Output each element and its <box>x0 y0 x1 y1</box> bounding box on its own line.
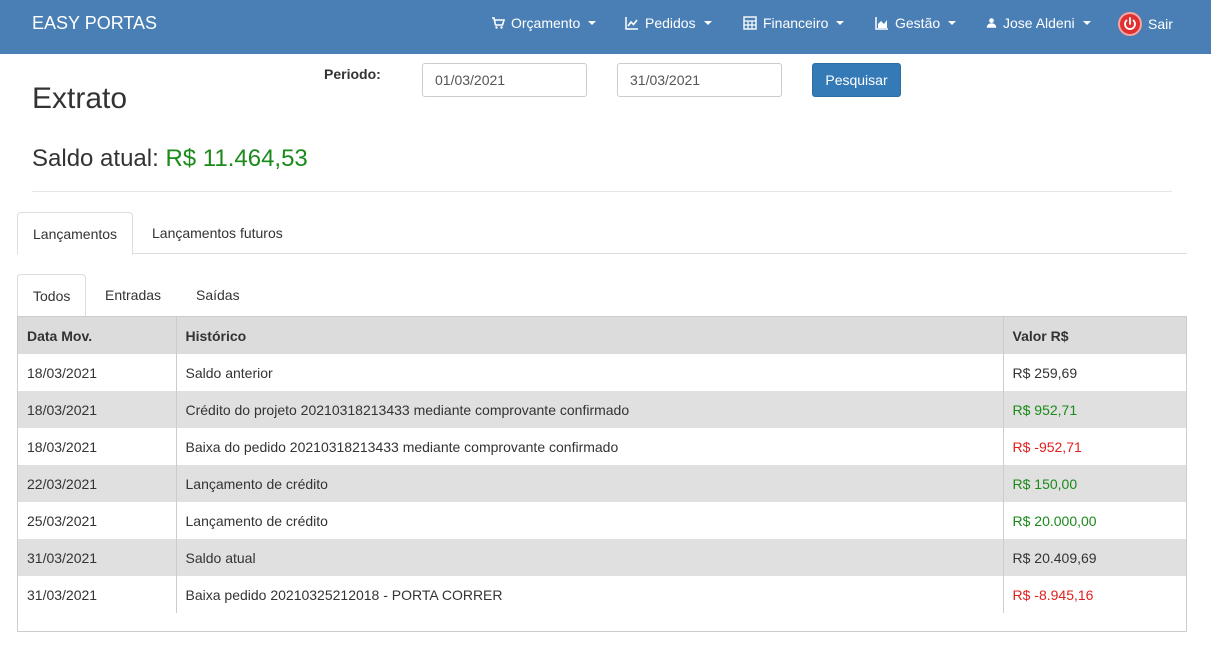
brand-logo[interactable]: EASY PORTAS <box>32 13 157 34</box>
line-chart-icon <box>625 17 638 30</box>
table-header-row: Data Mov. Histórico Valor R$ <box>18 317 1186 354</box>
history-cell: Baixa pedido 20210325212018 - PORTA CORR… <box>175 576 1003 613</box>
nav-user-label: Jose Aldeni <box>1003 15 1075 31</box>
power-icon <box>1118 12 1142 36</box>
value-cell: R$ 259,69 <box>1002 354 1186 391</box>
table-row[interactable]: 31/03/2021 Saldo atual R$ 20.409,69 <box>18 539 1186 576</box>
current-balance: Saldo atual: R$ 11.464,53 <box>32 145 308 173</box>
tab-lancamentos-futuros[interactable]: Lançamentos futuros <box>137 212 298 254</box>
nav-financeiro-label: Financeiro <box>763 15 829 31</box>
column-header-date[interactable]: Data Mov. <box>18 317 176 354</box>
history-cell: Saldo atual <box>175 539 1003 576</box>
column-header-value[interactable]: Valor R$ <box>1002 317 1186 354</box>
value-cell: R$ 150,00 <box>1002 465 1186 502</box>
end-date-input[interactable] <box>617 63 782 97</box>
value-cell: R$ -952,71 <box>1002 428 1186 465</box>
logout-label: Sair <box>1148 16 1173 32</box>
chevron-down-icon <box>1082 21 1091 25</box>
calculator-icon <box>743 16 757 30</box>
tab-lancamentos[interactable]: Lançamentos <box>17 212 134 255</box>
nav-orcamento[interactable]: Orçamento <box>491 15 597 31</box>
history-cell: Baixa do pedido 20210318213433 mediante … <box>175 428 1003 465</box>
date-cell: 18/03/2021 <box>18 391 176 428</box>
column-header-history[interactable]: Histórico <box>175 317 1003 354</box>
page-title: Extrato <box>32 82 128 115</box>
table-row[interactable]: 18/03/2021 Baixa do pedido 20210318213433… <box>18 428 1186 465</box>
table-row[interactable]: 18/03/2021 Saldo anterior R$ 259,69 <box>18 354 1186 391</box>
history-cell: Saldo anterior <box>175 354 1003 391</box>
history-cell: Crédito do projeto 20210318213433 median… <box>175 391 1003 428</box>
date-cell: 18/03/2021 <box>18 354 176 391</box>
date-cell: 22/03/2021 <box>18 465 176 502</box>
filter-tabs: Todos Entradas Saídas <box>17 274 1187 317</box>
tab-entradas[interactable]: Entradas <box>90 274 176 316</box>
date-cell: 31/03/2021 <box>18 539 176 576</box>
nav-gestao-label: Gestão <box>895 15 941 31</box>
chevron-down-icon <box>588 21 597 25</box>
nav-pedidos-label: Pedidos <box>645 15 696 31</box>
user-icon <box>986 18 997 28</box>
date-cell: 25/03/2021 <box>18 502 176 539</box>
value-cell: R$ 20.409,69 <box>1002 539 1186 576</box>
chevron-down-icon <box>836 21 845 25</box>
table-row[interactable]: 18/03/2021 Crédito do projeto 20210318213… <box>18 391 1186 428</box>
balance-value: R$ 11.464,53 <box>165 145 308 172</box>
area-chart-icon <box>875 17 888 30</box>
tab-saidas[interactable]: Saídas <box>181 274 255 316</box>
statement-table-container: Data Mov. Histórico Valor R$ 18/03/2021 S… <box>17 316 1187 632</box>
nav-user-menu[interactable]: Jose Aldeni <box>986 15 1091 31</box>
value-cell: R$ 952,71 <box>1002 391 1186 428</box>
value-cell: R$ 20.000,00 <box>1002 502 1186 539</box>
nav-orcamento-label: Orçamento <box>511 15 581 31</box>
history-cell: Lançamento de crédito <box>175 502 1003 539</box>
start-date-input[interactable] <box>422 63 587 97</box>
table-row[interactable]: 25/03/2021 Lançamento de crédito R$ 20.000… <box>18 502 1186 539</box>
balance-label: Saldo atual: <box>32 145 159 172</box>
table-row[interactable]: 31/03/2021 Baixa pedido 20210325212018 - … <box>18 576 1186 613</box>
history-cell: Lançamento de crédito <box>175 465 1003 502</box>
top-navbar: EASY PORTAS Orçamento Pedidos Financeiro… <box>0 0 1211 54</box>
table-row[interactable]: 22/03/2021 Lançamento de crédito R$ 150,00 <box>18 465 1186 502</box>
period-label: Periodo: <box>324 66 381 82</box>
logout-button[interactable]: Sair <box>1118 12 1173 36</box>
search-button[interactable]: Pesquisar <box>812 63 901 97</box>
divider <box>32 191 1172 192</box>
nav-pedidos[interactable]: Pedidos <box>625 15 712 31</box>
main-tabs: Lançamentos Lançamentos futuros <box>17 212 1187 255</box>
value-cell: R$ -8.945,16 <box>1002 576 1186 613</box>
cart-icon <box>492 17 505 29</box>
nav-financeiro[interactable]: Financeiro <box>743 15 845 31</box>
statement-table: Data Mov. Histórico Valor R$ 18/03/2021 S… <box>18 317 1186 613</box>
date-cell: 31/03/2021 <box>18 576 176 613</box>
tab-todos[interactable]: Todos <box>17 274 87 317</box>
chevron-down-icon <box>948 21 957 25</box>
chevron-down-icon <box>703 21 712 25</box>
date-cell: 18/03/2021 <box>18 428 176 465</box>
nav-gestao[interactable]: Gestão <box>875 15 957 31</box>
